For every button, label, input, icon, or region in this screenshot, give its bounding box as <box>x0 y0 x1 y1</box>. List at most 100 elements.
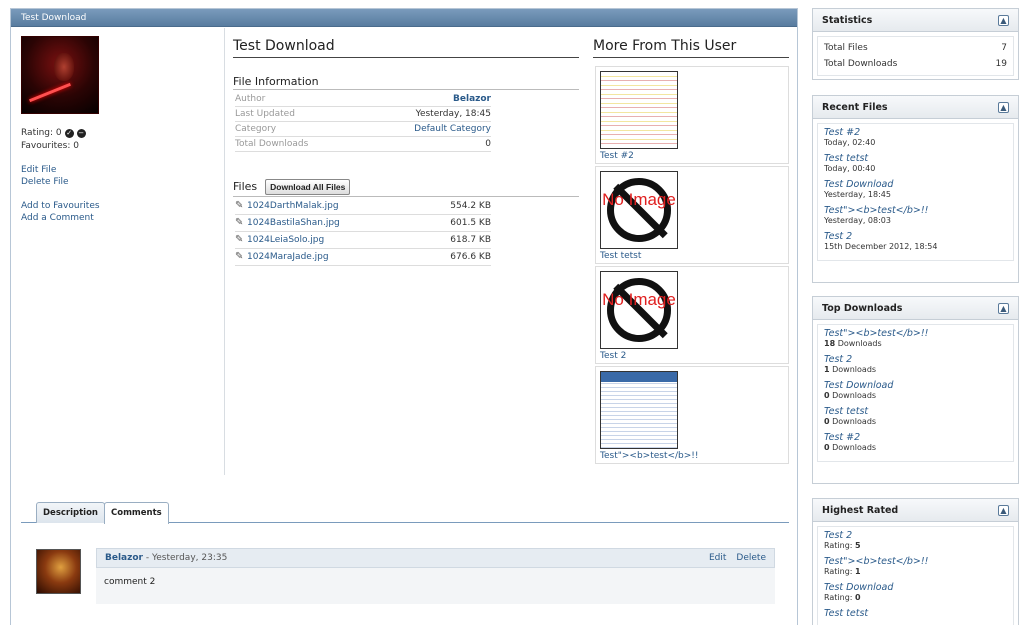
more-item-caption[interactable]: Test 2 <box>600 351 626 361</box>
check-circle-icon[interactable]: ✓ <box>64 128 74 138</box>
download-all-files-button[interactable]: Download All Files <box>265 178 351 195</box>
file-list-item: ✎ 1024DarthMalak.jpg 554.2 KB <box>235 198 491 215</box>
list-item: Test 2 Rating: 5 <box>824 530 1007 550</box>
comment-author-link[interactable]: Belazor <box>105 553 143 563</box>
recent-file-link[interactable]: Test 2 <box>824 231 1007 242</box>
file-name: 1024MaraJade.jpg <box>247 252 329 262</box>
file-link[interactable]: ✎ 1024LeiaSolo.jpg <box>235 235 324 246</box>
tab-comments[interactable]: Comments <box>104 502 169 524</box>
minus-circle-icon[interactable]: − <box>76 128 86 138</box>
more-item: Test"><b>test</b>!! <box>595 366 789 464</box>
info-label: Author <box>235 94 266 104</box>
recent-files-header: Recent Files ▲ <box>813 96 1018 119</box>
list-item: Test"><b>test</b>!! Rating: 1 <box>824 556 1007 576</box>
top-download-link[interactable]: Test Download <box>824 380 1007 391</box>
more-item: No Image Test 2 <box>595 266 789 364</box>
recent-file-date: 15th December 2012, 18:54 <box>824 242 938 251</box>
no-image-thumbnail[interactable]: No Image <box>600 171 678 249</box>
author-link[interactable]: Belazor <box>453 94 491 104</box>
rated-file-link[interactable]: Test Download <box>824 582 1007 593</box>
rated-file-link[interactable]: Test tetst <box>824 608 1007 619</box>
panel-title: Recent Files <box>822 101 888 113</box>
file-link[interactable]: ✎ 1024BastilaShan.jpg <box>235 217 340 229</box>
top-download-link[interactable]: Test 2 <box>824 354 1007 365</box>
recent-file-link[interactable]: Test Download <box>824 179 1007 190</box>
downloads-suffix: Downloads <box>832 391 877 400</box>
collapse-up-icon[interactable]: ▲ <box>998 14 1009 26</box>
panel-header: Test Download <box>11 9 797 27</box>
webpage-thumbnail[interactable] <box>600 371 678 449</box>
recent-file-link[interactable]: Test"><b>test</b>!! <box>824 205 1007 216</box>
no-image-text: No Image <box>602 190 676 209</box>
add-to-favourites-link[interactable]: Add to Favourites <box>21 201 100 211</box>
collapse-up-icon[interactable]: ▲ <box>998 101 1009 113</box>
info-value: Yesterday, 18:45 <box>415 109 491 119</box>
tab-description[interactable]: Description <box>36 502 105 523</box>
list-item: Test #2 Today, 02:40 <box>824 127 1007 147</box>
highest-rated-panel: Highest Rated ▲ Test 2 Rating: 5 Test"><b… <box>812 498 1019 625</box>
file-link[interactable]: ✎ 1024DarthMalak.jpg <box>235 201 339 212</box>
statistics-body: Total Files 7 Total Downloads 19 <box>817 36 1014 76</box>
top-download-link[interactable]: Test"><b>test</b>!! <box>824 328 1007 339</box>
more-item: No Image Test tetst <box>595 166 789 264</box>
file-name: 1024DarthMalak.jpg <box>247 201 339 211</box>
collapse-up-icon[interactable]: ▲ <box>998 504 1009 516</box>
collapse-up-icon[interactable]: ▲ <box>998 302 1009 314</box>
more-item-caption[interactable]: Test tetst <box>600 251 641 261</box>
file-list-item: ✎ 1024BastilaShan.jpg 601.5 KB <box>235 215 491 232</box>
file-size: 601.5 KB <box>450 218 491 228</box>
favourites-count: Favourites: 0 <box>21 141 79 151</box>
highest-rated-body: Test 2 Rating: 5 Test"><b>test</b>!! Ratin… <box>817 526 1014 625</box>
more-item-caption[interactable]: Test"><b>test</b>!! <box>600 451 699 461</box>
files-heading-label: Files <box>233 180 258 193</box>
downloads-suffix: Downloads <box>837 339 882 348</box>
no-image-thumbnail[interactable]: No Image <box>600 271 678 349</box>
download-count: 0 <box>824 443 830 452</box>
highest-rated-header: Highest Rated ▲ <box>813 499 1018 522</box>
list-item: Test 2 15th December 2012, 18:54 <box>824 231 1007 251</box>
top-download-link[interactable]: Test tetst <box>824 406 1007 417</box>
file-info-heading: File Information <box>233 75 579 90</box>
file-name: 1024BastilaShan.jpg <box>247 218 340 228</box>
add-comment-link[interactable]: Add a Comment <box>21 213 94 223</box>
recent-files-body: Test #2 Today, 02:40 Test tetst Today, 00:… <box>817 123 1014 261</box>
paperclip-icon: ✎ <box>235 217 244 228</box>
file-list-item: ✎ 1024LeiaSolo.jpg 618.7 KB <box>235 232 491 249</box>
stat-label: Total Downloads <box>824 59 898 69</box>
rated-file-link[interactable]: Test"><b>test</b>!! <box>824 556 1007 567</box>
statistics-header: Statistics ▲ <box>813 9 1018 32</box>
comment-body: comment 2 <box>104 577 156 587</box>
avatar[interactable] <box>36 549 81 594</box>
info-row-author: Author Belazor <box>235 92 491 107</box>
statistics-panel: Statistics ▲ Total Files 7 Total Downloa… <box>812 8 1019 80</box>
delete-comment-link[interactable]: Delete <box>736 553 766 563</box>
edit-comment-link[interactable]: Edit <box>709 553 726 563</box>
recent-file-link[interactable]: Test tetst <box>824 153 1007 164</box>
comment: Belazor - Yesterday, 23:35 Edit Delete c… <box>96 548 775 604</box>
rating-value: 1 <box>855 567 861 576</box>
file-link[interactable]: ✎ 1024MaraJade.jpg <box>235 252 329 263</box>
spreadsheet-thumbnail[interactable] <box>600 71 678 149</box>
recent-files-panel: Recent Files ▲ Test #2 Today, 02:40 Test … <box>812 95 1019 283</box>
list-item: Test #2 0 Downloads <box>824 432 1007 452</box>
rating-prefix: Rating: <box>824 593 853 602</box>
info-label: Total Downloads <box>235 139 309 149</box>
info-label: Category <box>235 124 277 134</box>
file-thumbnail[interactable] <box>21 36 99 114</box>
edit-file-link[interactable]: Edit File <box>21 165 56 175</box>
file-sidebar-column: Rating: 0 ✓ − Favourites: 0 Edit File De… <box>11 28 225 475</box>
download-count: 18 <box>824 339 836 348</box>
list-item: Test Download Rating: 0 <box>824 582 1007 602</box>
category-link[interactable]: Default Category <box>414 124 491 134</box>
comment-date: - Yesterday, 23:35 <box>142 553 228 563</box>
delete-file-link[interactable]: Delete File <box>21 177 69 187</box>
top-download-link[interactable]: Test #2 <box>824 432 1007 443</box>
downloads-suffix: Downloads <box>832 365 877 374</box>
info-label: Last Updated <box>235 109 295 119</box>
recent-file-link[interactable]: Test #2 <box>824 127 1007 138</box>
more-item-caption[interactable]: Test #2 <box>600 151 634 161</box>
list-item: Test Download Yesterday, 18:45 <box>824 179 1007 199</box>
file-list-item: ✎ 1024MaraJade.jpg 676.6 KB <box>235 249 491 266</box>
rated-file-link[interactable]: Test 2 <box>824 530 1007 541</box>
recent-file-date: Yesterday, 08:03 <box>824 216 891 225</box>
